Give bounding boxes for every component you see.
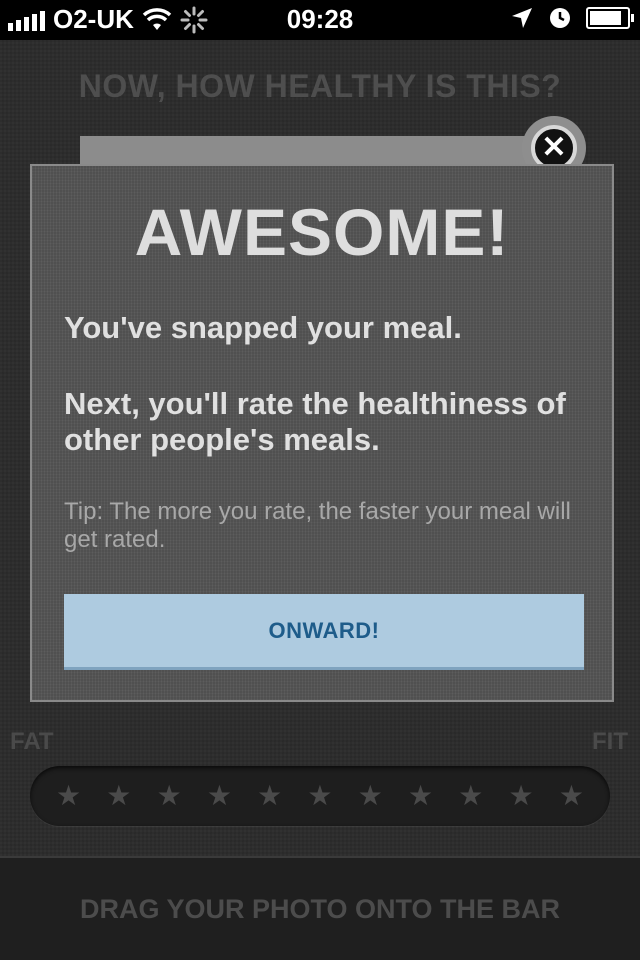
rating-label-fat: FAT	[10, 728, 54, 755]
status-bar: O2-UK 09:28	[0, 0, 640, 40]
rating-star-icon: ★	[106, 780, 132, 811]
rating-star-icon: ★	[257, 780, 283, 811]
screen-heading: NOW, HOW HEALTHY IS THIS?	[78, 68, 562, 104]
rating-star-icon: ★	[307, 780, 333, 811]
onward-button[interactable]: ONWARD!	[64, 594, 584, 670]
rating-star-icon: ★	[407, 780, 434, 811]
rating-star-icon: ★	[56, 780, 82, 811]
battery-icon	[586, 7, 634, 29]
rating-star-icon: ★	[156, 780, 182, 811]
rating-label-fit: FIT	[592, 728, 628, 755]
drag-instruction: DRAG YOUR PHOTO ONTO THE BAR	[79, 894, 561, 924]
rating-star-icon: ★	[357, 780, 383, 811]
modal-tip: Tip: The more you rate, the faster your …	[64, 498, 571, 553]
rating-star-icon: ★	[458, 780, 484, 811]
rating-bar[interactable]: ★ ★ ★ ★ ★ ★ ★ ★ ★ ★ ★	[30, 766, 610, 826]
rating-star-icon: ★	[558, 780, 584, 811]
modal-message-next: Next, you'll rate the healthiness of oth…	[64, 386, 566, 457]
location-arrow-icon	[512, 8, 532, 28]
success-modal: AWESOME! You've snapped your meal. Next,…	[30, 164, 614, 702]
bottom-instruction-bar: DRAG YOUR PHOTO ONTO THE BAR	[0, 856, 640, 960]
modal-title: AWESOME!	[134, 195, 510, 269]
rating-star-icon: ★	[206, 780, 232, 811]
status-bar-right	[510, 6, 634, 30]
modal-message-snapped: You've snapped your meal.	[64, 310, 462, 345]
alarm-clock-icon	[550, 8, 570, 28]
rating-star-icon: ★	[508, 780, 534, 811]
